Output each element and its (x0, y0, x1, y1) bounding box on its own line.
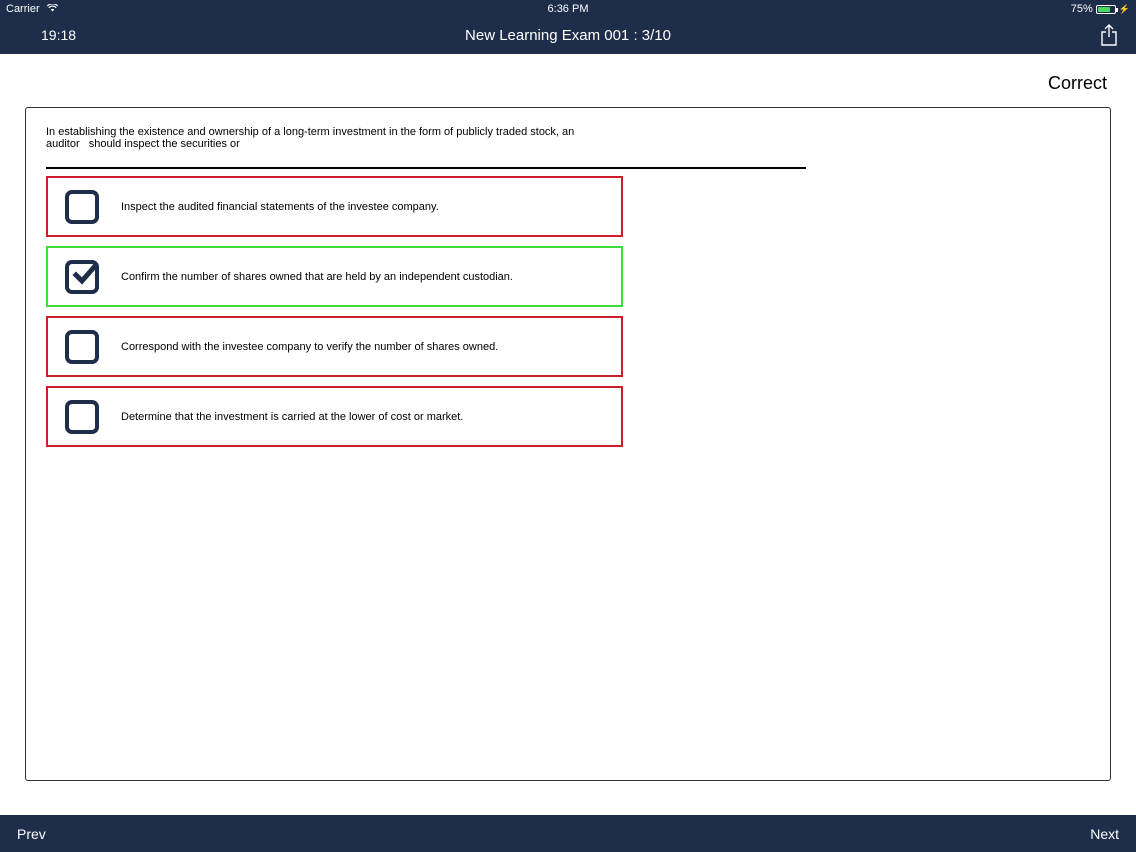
battery-percent: 75% (1070, 3, 1093, 15)
bottom-navigation-bar: Prev Next (0, 815, 1136, 852)
charging-bolt-icon: ⚡ (1118, 3, 1130, 14)
prev-button[interactable]: Prev (17, 826, 46, 842)
question-panel: In establishing the existence and owners… (25, 107, 1111, 781)
battery-icon (1095, 4, 1118, 14)
question-divider (46, 167, 806, 169)
answer-choice[interactable]: Confirm the number of shares owned that … (46, 246, 623, 307)
top-navigation-bar: Carrier 6:36 PM 75% ⚡ 19:18 New Learning… (0, 0, 1136, 54)
checkbox-checked-icon[interactable] (65, 259, 99, 294)
share-icon[interactable] (1100, 24, 1118, 46)
answer-choice-text: Confirm the number of shares owned that … (121, 270, 513, 283)
answer-choice[interactable]: Determine that the investment is carried… (46, 386, 623, 447)
status-clock: 6:36 PM (547, 3, 589, 15)
next-button[interactable]: Next (1090, 826, 1119, 842)
answer-choice[interactable]: Correspond with the investee company to … (46, 316, 623, 377)
checkbox-icon[interactable] (65, 399, 99, 434)
checkbox-icon[interactable] (65, 329, 99, 364)
answer-choice[interactable]: Inspect the audited financial statements… (46, 176, 623, 237)
exam-title: New Learning Exam 001 : 3/10 (465, 27, 671, 44)
answer-choice-text: Determine that the investment is carried… (121, 410, 464, 423)
status-battery: 75% ⚡ (1071, 3, 1130, 15)
checkmark-icon (72, 261, 99, 285)
answer-choice-text: Inspect the audited financial statements… (121, 200, 439, 213)
answer-choice-text: Correspond with the investee company to … (121, 340, 499, 353)
answer-result-label: Correct (1047, 73, 1107, 93)
question-text: In establishing the existence and owners… (46, 126, 575, 150)
checkbox-icon[interactable] (65, 189, 99, 224)
